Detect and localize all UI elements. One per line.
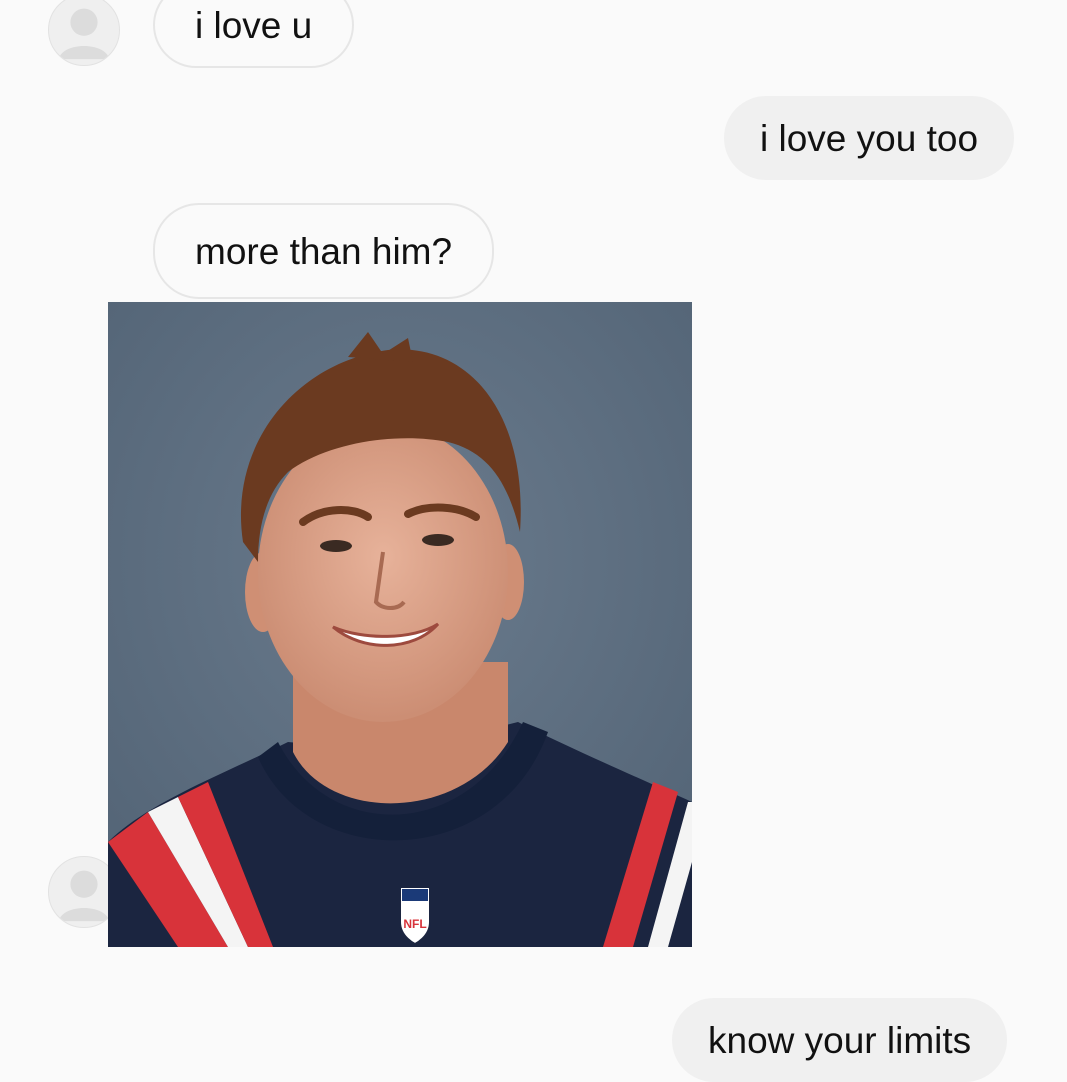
message-text: more than him? — [195, 230, 453, 272]
portrait-photo: NFL — [108, 302, 692, 947]
message-text: i love u — [195, 4, 313, 46]
sender-avatar[interactable] — [48, 0, 120, 66]
jersey-badge-text: NFL — [403, 917, 426, 931]
message-bubble-incoming[interactable]: more than him? — [153, 203, 495, 299]
default-user-avatar-icon — [58, 8, 110, 60]
photo-attachment[interactable]: NFL — [108, 302, 692, 947]
message-bubble-incoming[interactable]: i love u — [153, 0, 355, 68]
message-bubble-outgoing[interactable]: know your limits — [672, 998, 1008, 1082]
message-thread: i love u i love you too more than him? N… — [0, 0, 1067, 1082]
message-text: i love you too — [760, 117, 979, 159]
message-text: know your limits — [708, 1019, 972, 1061]
message-bubble-outgoing[interactable]: i love you too — [724, 96, 1015, 180]
